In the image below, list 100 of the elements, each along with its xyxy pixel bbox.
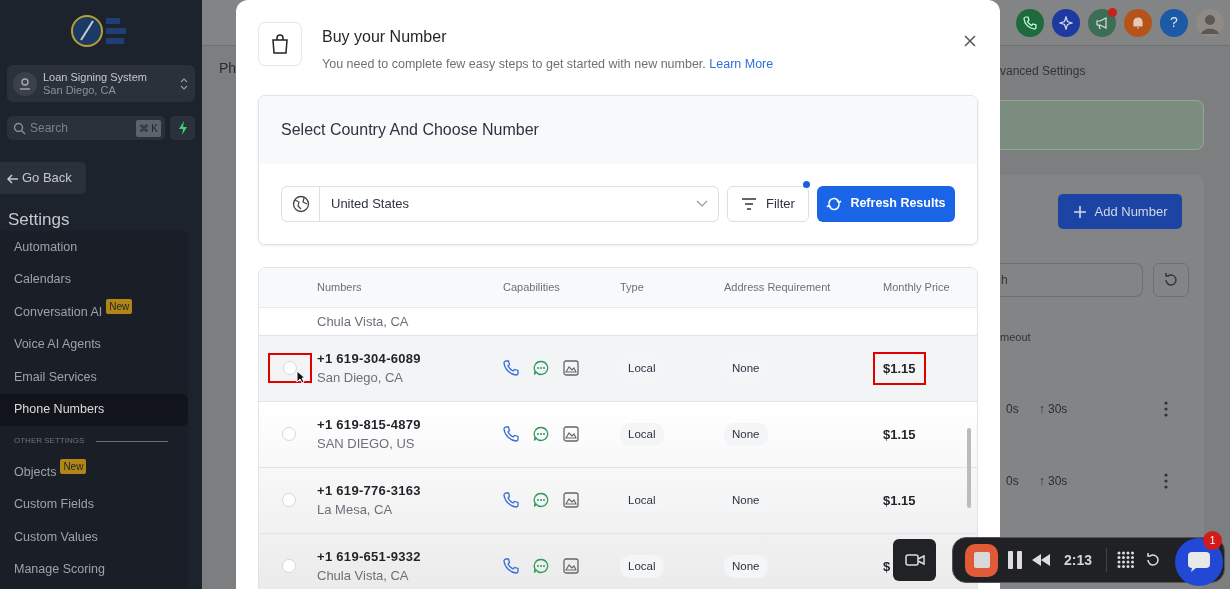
new-badge: New [106, 299, 133, 314]
filter-icon [741, 197, 758, 210]
sparkle-button[interactable] [1052, 8, 1080, 37]
shopping-bag-icon [270, 33, 290, 55]
type-tag: Local [620, 554, 664, 578]
sidebar-item[interactable]: Email Services [0, 361, 188, 394]
restart-icon[interactable] [1145, 552, 1162, 568]
address-tag: None [724, 422, 768, 446]
recording-time: 2:13 [1064, 550, 1093, 570]
sparkle-icon [1059, 15, 1073, 30]
lightning-icon [177, 121, 188, 135]
timeout-label: 0s [1005, 400, 1020, 418]
rewind-icon[interactable] [1032, 554, 1050, 566]
stop-icon [973, 552, 990, 568]
image-icon [563, 426, 579, 443]
help-button[interactable]: ? [1160, 8, 1188, 37]
radio-button[interactable] [282, 427, 296, 442]
sidebar-item[interactable]: Custom Values [0, 521, 188, 554]
dialog-subtitle: You need to complete few easy steps to get started with new number. Learn More [322, 56, 774, 73]
radio-button[interactable] [283, 361, 297, 376]
sidebar-heading: Settings [8, 209, 71, 231]
quick-action-button[interactable] [170, 116, 195, 140]
price-text: $1.15 [883, 425, 916, 444]
image-icon [563, 360, 579, 377]
sidebar-item[interactable]: Custom Fields [0, 488, 188, 521]
phone-number: +1 619-815-4879 [317, 415, 422, 434]
new-badge: New [60, 459, 87, 474]
plus-icon [1072, 204, 1087, 219]
address-tag: None [724, 554, 768, 578]
refresh-button[interactable] [1153, 263, 1189, 297]
number-location: San Diego, CA [317, 369, 404, 388]
radio-button[interactable] [282, 559, 296, 574]
refresh-icon [826, 195, 843, 212]
phone-button[interactable] [1016, 8, 1044, 37]
image-icon [563, 492, 579, 509]
location-pin-icon [13, 71, 37, 96]
sidebar-item[interactable]: Phone Numbers [0, 393, 188, 426]
timeout-label: 0s [1005, 472, 1020, 490]
add-number-button[interactable]: Add Number [1058, 194, 1182, 229]
shortcut-key: ⌘ K [135, 119, 161, 137]
price-text: $1.15 [873, 351, 926, 385]
search-icon [13, 121, 26, 135]
dialog-title: Buy your Number [322, 27, 448, 47]
pause-icon[interactable] [1008, 551, 1022, 569]
phone-icon [503, 360, 519, 377]
sidebar-item-label: Conversation AI [14, 303, 103, 321]
type-tag: Local [620, 422, 664, 446]
sidebar-item[interactable]: Voice AI Agents [0, 328, 188, 361]
bell-icon [1131, 15, 1145, 30]
chat-bubble-icon [533, 492, 549, 509]
globe-icon [291, 194, 310, 213]
phone-icon [503, 492, 519, 509]
price-text: $1.15 [883, 491, 916, 510]
chat-bubble-icon [533, 558, 549, 575]
stop-button[interactable] [965, 543, 998, 577]
phone-number: +1 619-304-6089 [317, 349, 422, 368]
country-select[interactable]: United States [281, 185, 719, 222]
learn-more-link[interactable]: Learn More [709, 57, 774, 71]
megaphone-icon [1095, 15, 1109, 30]
avatar [1196, 8, 1224, 37]
close-icon [964, 34, 976, 47]
phone-icon [503, 558, 519, 575]
chat-bubble-icon [533, 360, 549, 377]
refresh-results-button[interactable]: Refresh Results [816, 185, 955, 222]
radio-button[interactable] [282, 493, 296, 508]
section-label: OTHER SETTINGS [14, 435, 85, 447]
phone-number: +1 619-651-9332 [317, 547, 422, 566]
column-header: meout [1000, 330, 1032, 345]
sidebar-item[interactable]: Manage Scoring [0, 553, 188, 586]
column-header: Type [620, 280, 645, 295]
section-title: Select Country And Choose Number [259, 95, 977, 164]
phone-icon [1023, 15, 1037, 30]
location-switcher[interactable]: Loan Signing System San Diego, CA [7, 65, 195, 102]
cursor-icon [296, 370, 306, 384]
number-location: SAN DIEGO, US [317, 435, 416, 454]
page-title: Ph [219, 60, 237, 76]
arrow-left-icon [7, 173, 19, 184]
search-placeholder: Search [30, 120, 69, 137]
sidebar-item-label: Objects [14, 463, 57, 481]
number-location: Chula Vista, CA [317, 567, 410, 586]
chevron-down-icon [696, 199, 708, 208]
search-field[interactable]: h [1000, 263, 1143, 297]
sidebar-item[interactable]: Calendars [0, 263, 188, 296]
phone-number: +1 619-776-3163 [317, 481, 422, 500]
sidebar-item[interactable]: Automation [0, 231, 188, 264]
back-button[interactable]: Go Back [0, 162, 86, 194]
camera-button[interactable] [893, 539, 936, 581]
price-text: $ [883, 557, 891, 576]
image-icon [563, 558, 579, 575]
grid-icon[interactable] [1117, 551, 1136, 569]
search-field[interactable]: Search ⌘ K [7, 116, 165, 140]
timeout-label: ↑ 30s [1037, 400, 1069, 418]
phone-icon [503, 426, 519, 443]
scrollbar[interactable] [967, 427, 971, 508]
megaphone-button[interactable] [1088, 8, 1116, 37]
column-header: Capabilities [503, 280, 561, 295]
chat-icon [1187, 551, 1211, 573]
kebab-menu-icon[interactable] [1164, 472, 1168, 489]
bell-button[interactable] [1124, 8, 1152, 37]
kebab-menu-icon[interactable] [1164, 400, 1168, 417]
